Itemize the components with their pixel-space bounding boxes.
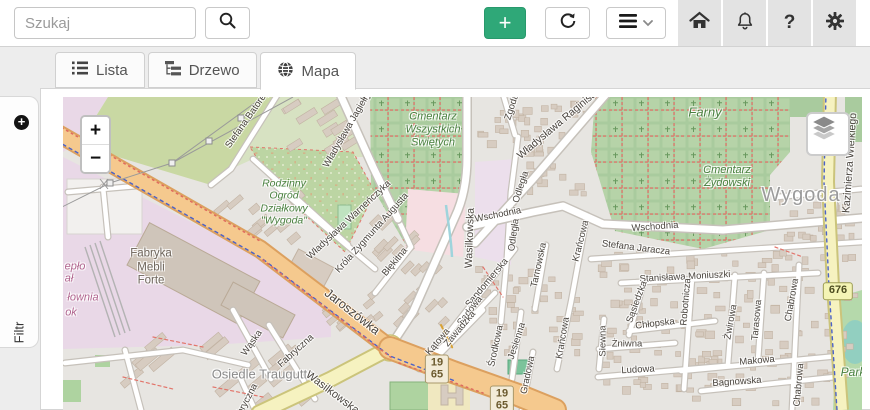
home-button[interactable] bbox=[678, 0, 721, 46]
top-toolbar: + bbox=[0, 0, 870, 47]
tab-drzewo[interactable]: Drzewo bbox=[148, 52, 257, 88]
plus-icon: + bbox=[499, 12, 512, 34]
tab-label: Lista bbox=[96, 62, 128, 79]
question-icon: ? bbox=[784, 12, 796, 34]
road-ref-badge: 19 65 bbox=[425, 354, 449, 383]
road-ref-badge: 19 65 bbox=[490, 385, 514, 410]
search-icon bbox=[218, 11, 237, 35]
map-canvas[interactable]: Cmentarz Wszystkich ŚwiętychRodzinny Ogr… bbox=[63, 97, 862, 410]
search-button[interactable] bbox=[205, 7, 250, 39]
tab-label: Mapa bbox=[302, 63, 340, 80]
plus-circle-icon[interactable]: + bbox=[14, 115, 29, 130]
layers-button[interactable] bbox=[806, 112, 850, 156]
add-button[interactable]: + bbox=[484, 7, 526, 39]
gear-icon bbox=[825, 11, 845, 36]
tab-label: Drzewo bbox=[189, 62, 240, 79]
view-tabs: Lista Drzewo bbox=[55, 52, 356, 89]
globe-icon bbox=[277, 61, 294, 82]
tree-icon bbox=[165, 61, 181, 80]
map-graphics bbox=[63, 97, 862, 410]
map-zoom-control: + − bbox=[80, 115, 111, 174]
settings-button[interactable] bbox=[813, 0, 856, 46]
zoom-out-button[interactable]: − bbox=[82, 145, 109, 172]
list-icon bbox=[72, 61, 88, 79]
bell-icon bbox=[735, 11, 755, 36]
help-button[interactable]: ? bbox=[768, 0, 811, 46]
filter-panel[interactable]: + Filtr bbox=[0, 96, 39, 348]
search-input[interactable] bbox=[14, 7, 196, 39]
road-ref-badge: 676 bbox=[823, 282, 853, 300]
tab-lista[interactable]: Lista bbox=[55, 52, 145, 88]
tab-mapa[interactable]: Mapa bbox=[260, 52, 357, 90]
home-icon bbox=[689, 11, 710, 35]
refresh-button[interactable] bbox=[545, 7, 590, 39]
filter-panel-label: Filtr bbox=[12, 322, 27, 344]
menu-button[interactable] bbox=[606, 7, 666, 39]
zoom-in-button[interactable]: + bbox=[82, 117, 109, 145]
hamburger-icon bbox=[619, 14, 637, 33]
refresh-icon bbox=[558, 11, 578, 36]
app-window: + bbox=[0, 0, 870, 410]
chevron-down-icon bbox=[643, 14, 653, 32]
notifications-button[interactable] bbox=[723, 0, 766, 46]
